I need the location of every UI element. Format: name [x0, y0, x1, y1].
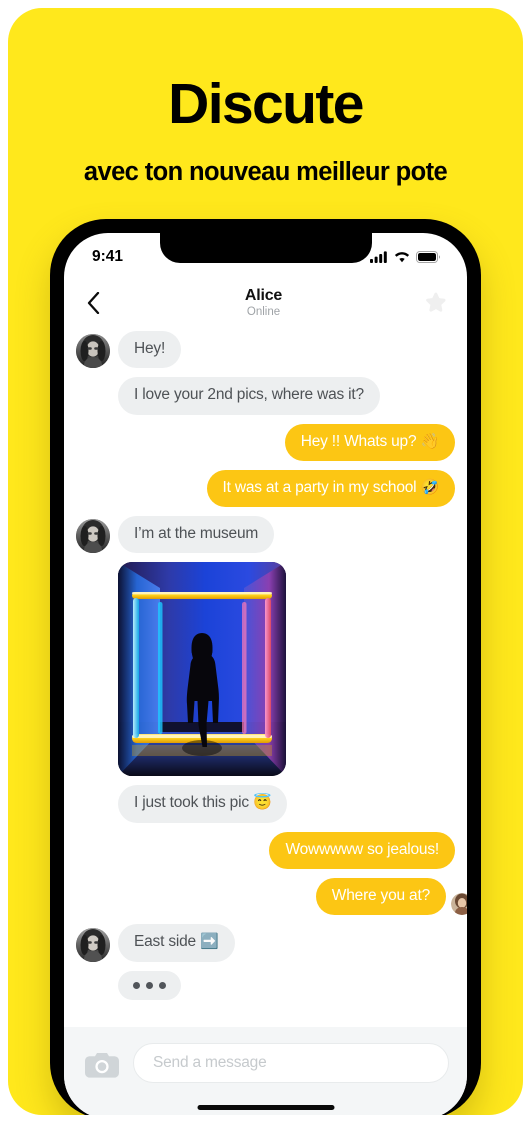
phone-screen: 9:41 Alice Online Hey! I love your 2nd p…: [64, 233, 467, 1115]
rolling-on-floor-laughing-emoji: 🤣: [420, 478, 440, 496]
message-row: [76, 970, 455, 1000]
message-bubble: Wowwwww so jealous!: [269, 831, 455, 869]
status-time: 9:41: [92, 248, 124, 265]
avatar[interactable]: [76, 334, 110, 369]
message-row: Hey!: [76, 331, 455, 369]
page-subtitle: avec ton nouveau meilleur pote: [83, 157, 448, 186]
message-text: East side: [134, 933, 201, 951]
message-text: I just took this pic: [134, 794, 253, 812]
message-bubble: I’m at the museum: [118, 516, 275, 554]
presence-status: Online: [246, 306, 281, 319]
battery-icon: [416, 251, 440, 263]
typing-dot: [133, 981, 140, 989]
typing-indicator: [118, 970, 181, 1000]
typing-dot: [146, 981, 153, 989]
message-text: It was at a party in my school: [222, 478, 421, 496]
message-row: It was at a party in my school 🤣: [76, 469, 455, 508]
message-bubble: Where you at?: [315, 877, 446, 916]
chevron-left-icon: [87, 292, 99, 314]
read-receipt-avatar: [451, 893, 467, 916]
message-input[interactable]: Send a message: [133, 1043, 449, 1083]
message-bubble: I just took this pic 😇: [118, 785, 288, 823]
contact-name: Alice: [244, 286, 283, 304]
message-input-placeholder: Send a message: [153, 1054, 267, 1071]
phone-mockup: 9:41 Alice Online Hey! I love your 2nd p…: [50, 219, 481, 1115]
message-bubble: I love your 2nd pics, where was it?: [118, 377, 380, 415]
message-row: I love your 2nd pics, where was it?: [76, 377, 455, 415]
home-indicator[interactable]: [197, 1105, 334, 1110]
message-text: Hey !! Whats up?: [300, 432, 421, 450]
message-row: [76, 562, 455, 777]
waving-hand-emoji: 👋: [420, 432, 440, 450]
camera-icon: [85, 1052, 119, 1078]
neon-light-installation-photo: [118, 562, 286, 777]
poster-card: Discute avec ton nouveau meilleur pote 9…: [8, 8, 523, 1115]
message-row: Hey !! Whats up? 👋: [76, 423, 455, 461]
message-bubble: East side ➡️: [118, 924, 235, 962]
cellular-signal-icon: [370, 251, 387, 263]
avatar-photo: [76, 519, 110, 554]
avatar[interactable]: [76, 927, 110, 962]
message-row: I just took this pic 😇: [76, 785, 455, 823]
message-bubble: Hey !! Whats up? 👋: [284, 423, 455, 461]
chat-header: Alice Online: [64, 279, 467, 327]
smiling-face-with-halo-emoji: 😇: [253, 794, 272, 812]
message-composer: Send a message: [64, 1027, 467, 1115]
favorite-button[interactable]: [411, 290, 467, 316]
read-receipt-photo: [451, 893, 467, 916]
star-icon: [426, 292, 446, 312]
phone-notch: [159, 233, 372, 263]
status-icons: [370, 251, 441, 263]
back-button[interactable]: [64, 292, 116, 314]
message-row: East side ➡️: [76, 924, 455, 962]
avatar[interactable]: [76, 519, 110, 554]
headline-block: Discute avec ton nouveau meilleur pote: [8, 72, 523, 186]
message-bubble: Hey!: [118, 331, 182, 369]
chat-header-center[interactable]: Alice Online: [116, 286, 411, 319]
message-list[interactable]: Hey! I love your 2nd pics, where was it?…: [64, 327, 467, 1027]
avatar-photo: [76, 334, 110, 369]
page-title: Discute: [168, 72, 364, 136]
typing-dot: [159, 981, 166, 989]
avatar-photo: [76, 927, 110, 962]
right-arrow-emoji: ➡️: [200, 933, 219, 951]
photo-message[interactable]: [118, 562, 286, 777]
message-bubble: It was at a party in my school 🤣: [206, 469, 455, 508]
camera-button[interactable]: [82, 1044, 122, 1084]
wifi-icon: [394, 252, 410, 263]
message-row: I’m at the museum: [76, 516, 455, 554]
message-row: Wowwwww so jealous!: [76, 831, 455, 869]
message-row: Where you at?: [76, 877, 467, 916]
